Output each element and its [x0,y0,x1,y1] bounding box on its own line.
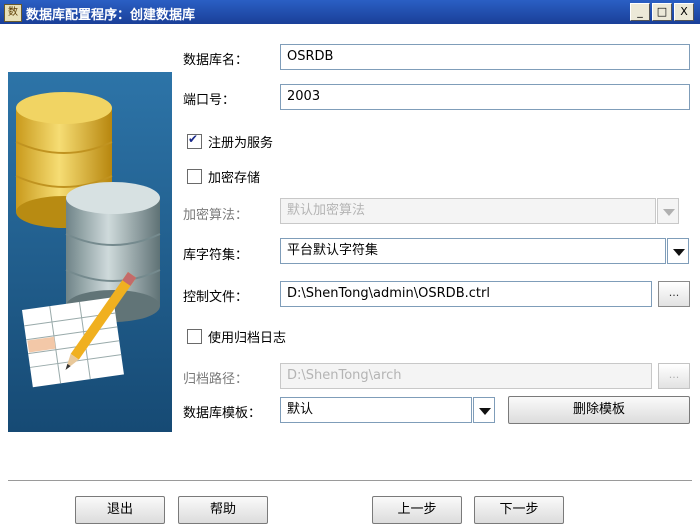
checkbox-unchecked-icon[interactable] [187,329,202,344]
template-label: 数据库模板： [183,406,262,421]
charset-label: 库字符集： [183,248,249,263]
encrypt-storage-label: 加密存储 [208,171,261,186]
control-file-browse-button[interactable]: ... [658,281,690,307]
dialog-body: 数据库名： OSRDB 端口号： 2003 注册为服务 加密存储 加密算法： 默… [0,24,700,530]
port-label: 端口号： [183,93,236,108]
archive-path-input: D:\ShenTong\arch [280,363,652,389]
archive-path-browse-button: ... [658,363,690,389]
window-controls: _ □ X [630,3,694,21]
encrypt-algo-label: 加密算法： [183,208,249,223]
encrypt-storage-checkbox[interactable]: 加密存储 [187,167,260,186]
checkbox-checked-icon[interactable] [187,132,202,149]
db-name-label: 数据库名： [183,53,249,68]
register-service-label: 注册为服务 [208,136,274,151]
exit-button[interactable]: 退出 [75,496,165,524]
window-title: 数据库配置程序：创建数据库 [26,8,196,23]
charset-dropdown-arrow-icon[interactable] [667,238,689,264]
db-name-input[interactable]: OSRDB [280,44,690,70]
minimize-button[interactable]: _ [630,3,650,21]
prev-button[interactable]: 上一步 [372,496,462,524]
port-input[interactable]: 2003 [280,84,690,110]
delete-template-button[interactable]: 删除模板 [508,396,690,424]
use-archive-checkbox[interactable]: 使用归档日志 [187,327,286,346]
app-icon: 数 [4,4,22,22]
encrypt-algo-select: 默认加密算法 [280,198,656,224]
template-select[interactable]: 默认 [280,397,472,423]
register-service-checkbox[interactable]: 注册为服务 [187,132,273,151]
database-illustration [8,72,172,432]
template-dropdown-arrow-icon[interactable] [473,397,495,423]
use-archive-label: 使用归档日志 [208,331,287,346]
archive-path-label: 归档路径： [183,372,249,387]
charset-select[interactable]: 平台默认字符集 [280,238,666,264]
control-file-label: 控制文件： [183,290,249,305]
checkbox-unchecked-icon[interactable] [187,169,202,184]
control-file-input[interactable]: D:\ShenTong\admin\OSRDB.ctrl [280,281,652,307]
footer-divider [8,480,692,482]
next-button[interactable]: 下一步 [474,496,564,524]
database-cylinders-icon [8,72,172,432]
chevron-down-icon [657,198,679,224]
maximize-button[interactable]: □ [652,3,672,21]
close-button[interactable]: X [674,3,694,21]
title-bar: 数 数据库配置程序：创建数据库 _ □ X [0,0,700,24]
help-button[interactable]: 帮助 [178,496,268,524]
